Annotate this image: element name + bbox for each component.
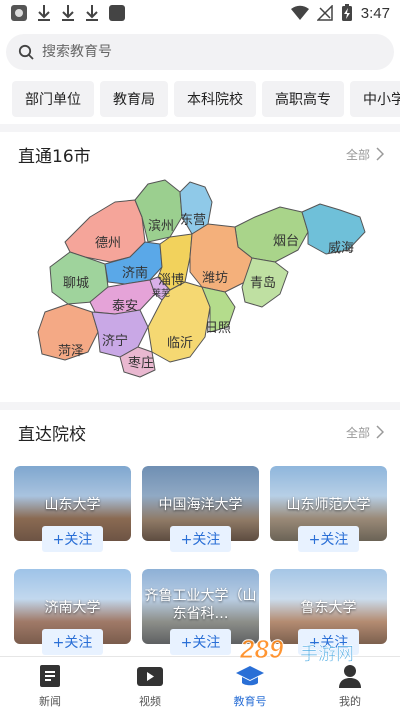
cities-section-header: 直通16市 全部 (18, 142, 384, 167)
tab-video[interactable]: 视频 (100, 657, 200, 711)
city-label: 泰安 (112, 299, 138, 314)
city-label: 济宁 (102, 333, 128, 349)
category-chip[interactable]: 本科院校 (174, 81, 256, 117)
city-label: 临沂 (167, 336, 193, 351)
follow-button[interactable]: +关注 (42, 629, 103, 655)
battery-charging-icon (341, 4, 352, 21)
search-input[interactable] (42, 44, 342, 60)
schools-section-header: 直达院校 全部 (18, 420, 384, 445)
school-card[interactable]: 山东师范大学 +关注 (270, 466, 387, 561)
school-name: 齐鲁工业大学（山东省科… (144, 588, 257, 622)
city-label: 烟台 (273, 234, 299, 249)
school-name: 山东大学 (44, 497, 101, 513)
follow-button[interactable]: +关注 (298, 526, 359, 552)
tab-label: 视频 (139, 695, 161, 708)
city-label: 青岛 (250, 275, 276, 291)
category-tabs: 部门单位 教育局 本科院校 高职高专 中小学 (12, 81, 400, 117)
watermark-logo: 289 手游网 (240, 634, 354, 666)
search-icon (18, 44, 34, 60)
no-signal-icon (316, 5, 333, 21)
app-square-icon (109, 5, 125, 21)
chevron-right-icon (376, 425, 384, 439)
city-label: 东营 (180, 213, 206, 228)
category-chip[interactable]: 高职高专 (262, 81, 344, 117)
status-time: 3:47 (360, 4, 390, 22)
school-card[interactable]: 山东大学 +关注 (14, 466, 131, 561)
video-icon (137, 667, 163, 686)
category-chip[interactable]: 中小学 (350, 81, 400, 117)
school-name: 济南大学 (44, 600, 101, 616)
status-bar: 3:47 (0, 0, 400, 28)
see-all-label: 全部 (345, 147, 370, 162)
tab-label: 教育号 (233, 695, 267, 708)
city-label: 聊城 (63, 276, 89, 291)
city-label: 济南 (122, 265, 148, 281)
news-icon (40, 665, 60, 687)
download-icon (38, 5, 50, 21)
school-name: 山东师范大学 (286, 497, 371, 513)
city-label: 枣庄 (128, 355, 154, 371)
school-name: 鲁东大学 (300, 600, 357, 616)
section-divider (0, 402, 400, 410)
section-divider (0, 124, 400, 132)
download-icon (62, 5, 74, 21)
region-dezhou[interactable] (64, 199, 146, 263)
school-name: 中国海洋大学 (158, 497, 243, 513)
wifi-icon (290, 5, 309, 21)
city-label: 莱芜 (152, 287, 170, 299)
see-all-cities-link[interactable]: 全部 (346, 146, 384, 163)
follow-button[interactable]: +关注 (170, 629, 231, 655)
city-label: 潍坊 (202, 271, 228, 286)
city-label: 滨州 (148, 218, 174, 234)
city-label: 威海 (328, 241, 354, 256)
search-bar[interactable] (6, 34, 394, 70)
tab-label: 新闻 (39, 695, 61, 708)
svg-text:289: 289 (240, 634, 284, 664)
category-chip[interactable]: 部门单位 (12, 81, 94, 117)
section-title: 直通16市 (18, 146, 91, 167)
city-label: 菏泽 (58, 344, 84, 359)
chevron-right-icon (376, 147, 384, 161)
city-label: 德州 (95, 236, 121, 251)
shandong-map: 德州 滨州 东营 烟台 威海 聊城 济南 淄博 潍坊 青岛 泰安 莱芜 菏泽 济… (37, 179, 366, 378)
category-chip[interactable]: 教育局 (100, 81, 168, 117)
school-card[interactable]: 济南大学 +关注 (14, 569, 131, 664)
app-notification-icon (11, 5, 27, 21)
tab-news[interactable]: 新闻 (0, 657, 100, 711)
follow-button[interactable]: +关注 (170, 526, 231, 552)
follow-button[interactable]: +关注 (42, 526, 103, 552)
school-card[interactable]: 中国海洋大学 +关注 (142, 466, 259, 561)
see-all-schools-link[interactable]: 全部 (346, 424, 384, 441)
svg-text:手游网: 手游网 (300, 644, 354, 665)
city-label: 淄博 (158, 273, 184, 288)
city-label: 日照 (205, 321, 231, 336)
see-all-label: 全部 (345, 425, 370, 440)
download-icon (86, 5, 98, 21)
tab-label: 我的 (339, 695, 361, 708)
section-title: 直达院校 (18, 424, 86, 445)
